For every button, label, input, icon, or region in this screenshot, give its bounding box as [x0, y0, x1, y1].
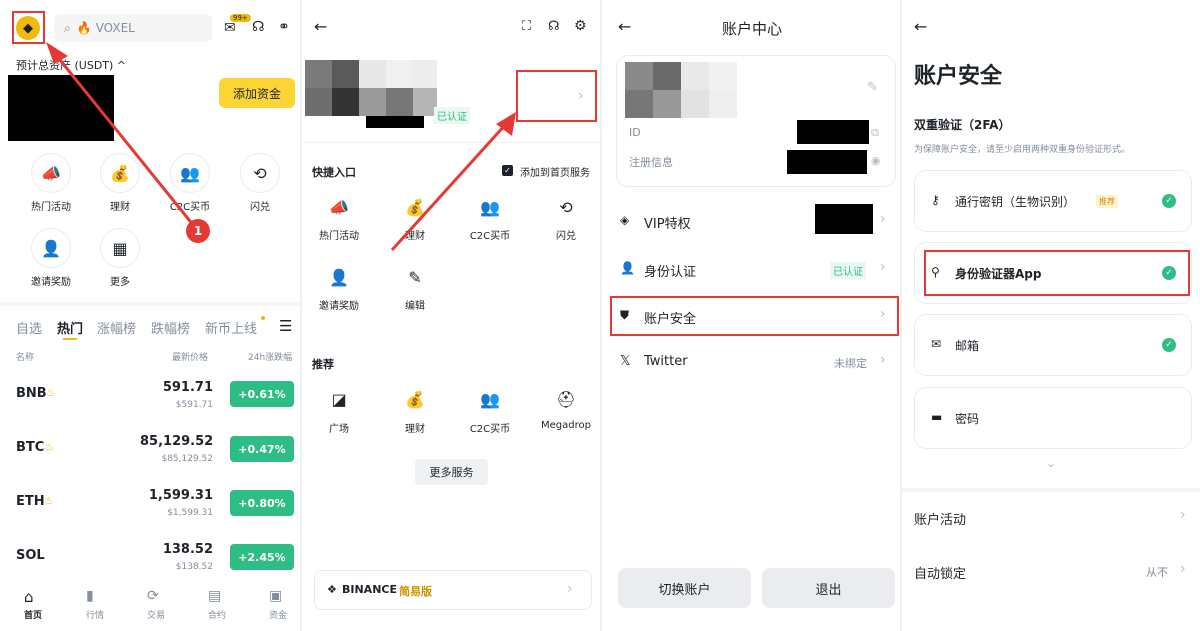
highlight-authenticator — [924, 250, 1190, 296]
annotation-arrows — [46, 42, 516, 252]
arrow-line-2 — [390, 122, 508, 252]
highlight-logo — [12, 11, 45, 44]
arrow-line-1 — [54, 54, 200, 232]
highlight-profile-arrow — [516, 70, 597, 122]
arrow-head-1 — [46, 42, 68, 64]
step-marker: 1 — [186, 219, 210, 243]
highlight-account-security — [610, 296, 899, 336]
